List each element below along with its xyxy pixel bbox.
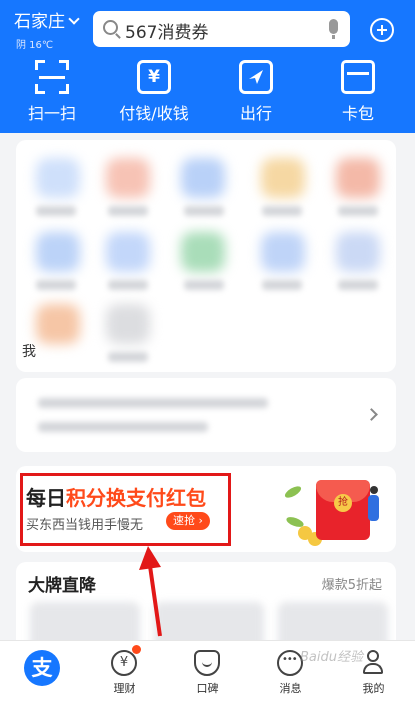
wallet-icon xyxy=(341,60,375,94)
info-banner[interactable] xyxy=(16,378,396,452)
red-envelope-icon: 抢 xyxy=(316,480,370,540)
add-button[interactable] xyxy=(370,18,394,42)
brand-deals-section: 大牌直降 爆款5折起 xyxy=(16,562,396,652)
city-label: 石家庄 xyxy=(14,12,65,32)
chevron-down-icon xyxy=(68,13,80,25)
app-icon-blurred[interactable] xyxy=(106,304,150,344)
app-icon-blurred[interactable] xyxy=(261,232,305,272)
scan-icon xyxy=(35,60,69,94)
app-icon-blurred[interactable] xyxy=(36,304,80,344)
app-icon-blurred[interactable] xyxy=(336,232,380,272)
app-label-blurred xyxy=(262,206,302,216)
tab-label: 理财 xyxy=(113,682,136,695)
app-label-blurred xyxy=(338,206,378,216)
promo-title: 每日积分换支付红包 xyxy=(26,482,206,511)
app-label-blurred xyxy=(108,352,148,362)
app-label-blurred xyxy=(184,206,224,216)
notification-dot xyxy=(132,645,141,654)
chevron-right-icon xyxy=(365,408,378,421)
app-icon-blurred[interactable] xyxy=(261,158,305,198)
app-icon-blurred[interactable] xyxy=(181,158,225,198)
quick-action-pay[interactable]: ¥ 付钱/收钱 xyxy=(109,60,199,124)
app-label-blurred xyxy=(36,280,76,290)
person-illustration xyxy=(368,486,379,521)
app-icon-blurred[interactable] xyxy=(36,158,80,198)
app-icon-blurred[interactable] xyxy=(181,232,225,272)
app-label-blurred xyxy=(338,280,378,290)
tab-home[interactable]: 支 xyxy=(0,641,83,701)
promo-title-prefix: 每日 xyxy=(26,486,66,510)
grab-button-label: 速抢 xyxy=(173,514,195,527)
promo-title-highlight: 积分换支付红包 xyxy=(66,486,206,510)
app-icon-blurred[interactable] xyxy=(106,232,150,272)
navigation-arrow-icon xyxy=(239,60,273,94)
quick-action-label: 卡包 xyxy=(341,104,374,123)
app-label-blurred xyxy=(36,206,76,216)
search-icon xyxy=(103,20,118,35)
quick-action-label: 出行 xyxy=(239,104,272,123)
banner-text-blurred xyxy=(38,398,268,408)
section-subtitle[interactable]: 爆款5折起 xyxy=(322,574,382,593)
top-header: 石家庄 阴 16℃ 567消费券 扫一扫 ¥ 付钱/收钱 出行 卡包 xyxy=(0,0,415,133)
quick-action-travel[interactable]: 出行 xyxy=(211,60,301,124)
search-placeholder: 567消费券 xyxy=(125,23,209,43)
quick-action-scan[interactable]: 扫一扫 xyxy=(7,60,97,124)
app-label-partial: 我 xyxy=(22,344,36,360)
leaf-decoration xyxy=(283,484,303,500)
microphone-icon[interactable] xyxy=(329,19,338,39)
city-selector[interactable]: 石家庄 xyxy=(14,12,80,32)
points-redpacket-promo[interactable]: 每日积分换支付红包 买东西当钱用手慢无 速抢 › 抢 xyxy=(16,466,396,552)
app-label-blurred xyxy=(108,206,148,216)
section-title: 大牌直降 xyxy=(28,576,96,596)
app-icon-blurred[interactable] xyxy=(106,158,150,198)
tab-label: 消息 xyxy=(279,682,302,695)
app-label-blurred xyxy=(262,280,302,290)
quick-action-label: 扫一扫 xyxy=(27,104,76,123)
tab-koubei[interactable]: 口碑 xyxy=(166,641,249,701)
banner-text-blurred xyxy=(38,422,208,432)
alipay-icon: 支 xyxy=(24,650,60,686)
app-label-blurred xyxy=(184,280,224,290)
quick-action-label: 付钱/收钱 xyxy=(119,104,189,123)
quick-action-cards[interactable]: 卡包 xyxy=(313,60,403,124)
app-label-blurred xyxy=(108,280,148,290)
promo-subtitle: 买东西当钱用手慢无 xyxy=(26,518,144,533)
app-icon-blurred[interactable] xyxy=(36,232,80,272)
watermark: Baidu经验 xyxy=(300,650,363,665)
tab-finance[interactable]: ¥ 理财 xyxy=(83,641,166,701)
envelope-seal: 抢 xyxy=(334,494,352,512)
grab-button[interactable]: 速抢 › xyxy=(166,512,210,530)
weather-label: 阴 16℃ xyxy=(16,40,54,51)
tab-label: 口碑 xyxy=(196,682,219,695)
koubei-icon xyxy=(194,650,220,676)
app-icon-blurred[interactable] xyxy=(336,158,380,198)
profile-icon xyxy=(360,650,386,676)
yuan-icon: ¥ xyxy=(137,60,171,94)
search-bar[interactable]: 567消费券 xyxy=(93,11,350,47)
finance-icon: ¥ xyxy=(111,650,137,676)
app-grid xyxy=(16,140,396,372)
tab-label: 我的 xyxy=(362,682,385,695)
